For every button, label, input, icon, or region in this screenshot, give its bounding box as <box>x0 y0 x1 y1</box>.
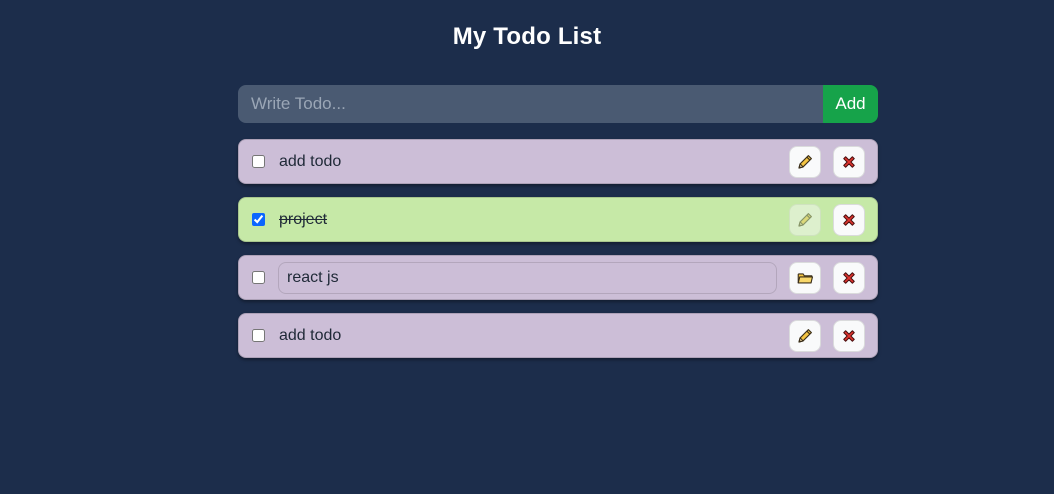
todo-item: project <box>238 197 878 242</box>
todo-item: add todo <box>238 313 878 358</box>
edit-button[interactable] <box>789 319 821 352</box>
pencil-icon <box>796 327 814 345</box>
todo-text: add todo <box>279 152 342 170</box>
todo-item: add todo <box>238 139 878 184</box>
todo-checkbox[interactable] <box>252 213 265 226</box>
save-button[interactable] <box>789 261 821 294</box>
close-icon <box>840 153 858 171</box>
todo-checkbox[interactable] <box>252 329 265 342</box>
close-icon <box>840 327 858 345</box>
todo-checkbox[interactable] <box>252 155 265 168</box>
delete-button[interactable] <box>833 261 865 294</box>
pencil-icon <box>796 211 814 229</box>
todo-input[interactable] <box>238 85 823 123</box>
add-todo-form: Add <box>238 85 878 123</box>
close-icon <box>840 269 858 287</box>
todo-item <box>238 255 878 300</box>
pencil-icon <box>796 153 814 171</box>
page-title: My Todo List <box>452 23 602 50</box>
todo-panel: Add add todo project <box>238 85 878 371</box>
edit-button[interactable] <box>789 145 821 178</box>
close-icon <box>840 211 858 229</box>
todo-edit-field[interactable] <box>278 261 777 294</box>
delete-button[interactable] <box>833 203 865 236</box>
todo-list: add todo project react js add todo <box>238 139 878 358</box>
todo-text: project <box>279 210 328 228</box>
add-button[interactable]: Add <box>823 85 878 123</box>
delete-button[interactable] <box>833 319 865 352</box>
folder-icon <box>796 269 814 287</box>
todo-text: add todo <box>279 326 342 344</box>
todo-checkbox[interactable] <box>252 271 265 284</box>
edit-button[interactable] <box>789 203 821 236</box>
delete-button[interactable] <box>833 145 865 178</box>
